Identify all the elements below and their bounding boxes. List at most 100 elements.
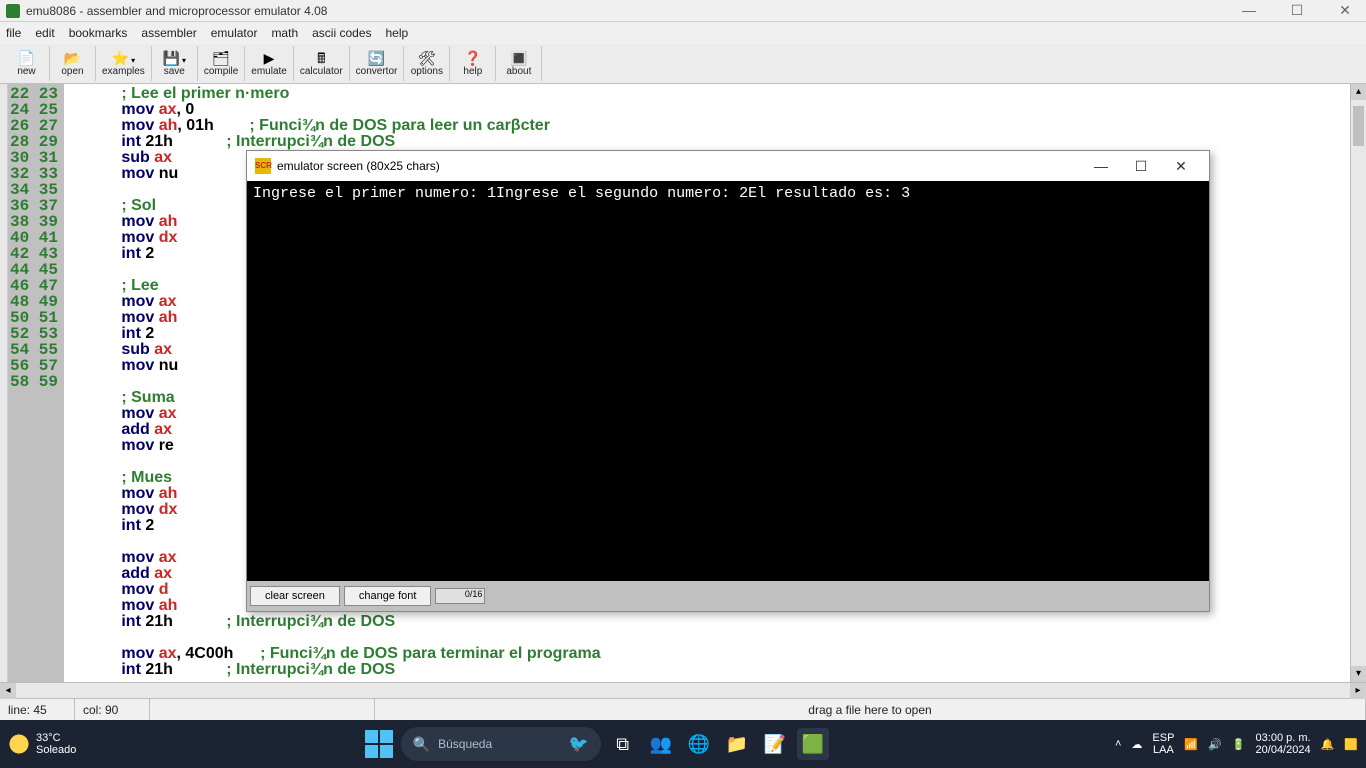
search-icon: 🔍: [413, 736, 430, 753]
vertical-scrollbar[interactable]: ▴ ▾: [1350, 84, 1366, 682]
clear-screen-button[interactable]: clear screen: [250, 586, 340, 606]
code-line: mov ax, 4C00h ; Funci¾n de DOS para term…: [68, 646, 1366, 662]
scroll-right-icon[interactable]: ▸: [1350, 683, 1366, 699]
emulator-slider[interactable]: 0/16: [435, 588, 485, 604]
search-box[interactable]: 🔍 Búsqueda 🐦: [401, 727, 601, 761]
code-line: int 21h ; Interrupci¾n de DOS: [68, 134, 1366, 150]
toolbar-examples[interactable]: ⭐▾examples: [96, 46, 152, 81]
emulate-label: emulate: [251, 66, 287, 77]
help-icon: ❓: [464, 51, 481, 65]
language-indicator[interactable]: ESP LAA: [1152, 732, 1174, 756]
tray-chevron-icon[interactable]: ˄: [1115, 738, 1121, 750]
emulator-toolbar: clear screen change font 0/16: [247, 581, 1209, 611]
toolbar-save[interactable]: 💾▾save: [152, 46, 198, 81]
examples-icon: ⭐▾: [112, 51, 135, 65]
toolbar-help[interactable]: ❓help: [450, 46, 496, 81]
taskbar: 33°C Soleado 🔍 Búsqueda 🐦 ⧉ 👥 🌐 📁 📝 🟩 ˄ …: [0, 720, 1366, 768]
emulator-icon: SCR: [255, 158, 271, 174]
volume-icon[interactable]: 🔊: [1208, 738, 1222, 751]
task-view-icon[interactable]: ⧉: [607, 728, 639, 760]
start-button[interactable]: [363, 728, 395, 760]
examples-label: examples: [102, 66, 145, 77]
new-icon: 📄: [18, 51, 35, 65]
weather-widget[interactable]: 33°C Soleado: [8, 732, 76, 756]
about-icon: 🔳: [510, 51, 527, 65]
chrome-icon[interactable]: 🌐: [683, 728, 715, 760]
toolbar: 📄new📂open⭐▾examples💾▾save🗂compile▶emulat…: [0, 44, 1366, 84]
system-tray: ˄ ☁ ESP LAA 📶 🔊 🔋 03:00 p. m. 20/04/2024…: [1115, 732, 1358, 756]
status-empty: [150, 699, 375, 720]
compile-label: compile: [204, 66, 238, 77]
horizontal-scrollbar[interactable]: ◂ ▸: [0, 682, 1366, 698]
toolbar-new[interactable]: 📄new: [4, 46, 50, 81]
clock[interactable]: 03:00 p. m. 20/04/2024: [1256, 732, 1311, 756]
wifi-icon[interactable]: 📶: [1184, 738, 1198, 751]
menu-emulator[interactable]: emulator: [211, 26, 258, 40]
explorer-icon[interactable]: 📁: [721, 728, 753, 760]
menu-math[interactable]: math: [271, 26, 298, 40]
help-label: help: [463, 66, 482, 77]
menu-edit[interactable]: edit: [35, 26, 54, 40]
toolbar-compile[interactable]: 🗂compile: [198, 46, 245, 81]
line-gutter: 22 23 24 25 26 27 28 29 30 31 32 33 34 3…: [8, 84, 64, 698]
change-font-button[interactable]: change font: [344, 586, 432, 606]
open-icon: 📂: [64, 51, 81, 65]
toolbar-calculator[interactable]: 🖩calculator: [294, 46, 350, 81]
notepad-icon[interactable]: 📝: [759, 728, 791, 760]
calculator-label: calculator: [300, 66, 343, 77]
temperature: 33°C: [36, 732, 76, 744]
calculator-icon: 🖩: [317, 51, 325, 65]
toolbar-emulate[interactable]: ▶emulate: [245, 46, 294, 81]
menubar: file edit bookmarks assembler emulator m…: [0, 22, 1366, 44]
maximize-button[interactable]: ☐: [1282, 2, 1312, 19]
emulator-screen: Ingrese el primer numero: 1Ingrese el se…: [247, 181, 1209, 581]
battery-icon[interactable]: 🔋: [1232, 738, 1246, 751]
menu-help[interactable]: help: [386, 26, 409, 40]
cloud-icon[interactable]: ☁: [1131, 738, 1142, 751]
status-drag[interactable]: drag a file here to open: [375, 699, 1366, 720]
scroll-up-icon[interactable]: ▴: [1351, 84, 1366, 100]
close-button[interactable]: ✕: [1330, 2, 1360, 19]
toolbar-options[interactable]: 🛠options: [404, 46, 450, 81]
scroll-thumb[interactable]: [1353, 106, 1364, 146]
menu-assembler[interactable]: assembler: [141, 26, 196, 40]
code-line: int 21h ; Interrupci¾n de DOS: [68, 662, 1366, 678]
statusbar: line: 45 col: 90 drag a file here to ope…: [0, 698, 1366, 720]
toolbar-about[interactable]: 🔳about: [496, 46, 542, 81]
menu-bookmarks[interactable]: bookmarks: [69, 26, 128, 40]
emulator-titlebar[interactable]: SCR emulator screen (80x25 chars) — ☐ ✕: [247, 151, 1209, 181]
emu8086-taskbar-icon[interactable]: 🟩: [797, 728, 829, 760]
toolbar-open[interactable]: 📂open: [50, 46, 96, 81]
code-line: int 21h ; Interrupci¾n de DOS: [68, 614, 1366, 630]
window-controls: — ☐ ✕: [1234, 2, 1360, 19]
notification-icon[interactable]: 🔔: [1321, 738, 1335, 751]
new-label: new: [17, 66, 35, 77]
options-icon: 🛠: [418, 51, 436, 65]
emu-close-button[interactable]: ✕: [1161, 158, 1201, 175]
save-label: save: [164, 66, 185, 77]
search-placeholder: Búsqueda: [438, 737, 561, 751]
editor-margin: [0, 84, 8, 698]
emu-maximize-button[interactable]: ☐: [1121, 158, 1161, 175]
toolbar-convertor[interactable]: 🔄convertor: [350, 46, 405, 81]
status-col: col: 90: [75, 699, 150, 720]
emulate-icon: ▶: [264, 51, 275, 65]
convertor-icon: 🔄: [368, 51, 385, 65]
menu-ascii[interactable]: ascii codes: [312, 26, 371, 40]
tray-app-icon[interactable]: 🟨: [1344, 738, 1358, 751]
save-icon: 💾▾: [163, 51, 186, 65]
status-line: line: 45: [0, 699, 75, 720]
menu-file[interactable]: file: [6, 26, 21, 40]
minimize-button[interactable]: —: [1234, 2, 1264, 19]
about-label: about: [506, 66, 531, 77]
code-line: ; Lee el primer n·mero: [68, 86, 1366, 102]
open-label: open: [61, 66, 83, 77]
convertor-label: convertor: [356, 66, 398, 77]
emulator-window: SCR emulator screen (80x25 chars) — ☐ ✕ …: [246, 150, 1210, 612]
compile-icon: 🗂: [212, 51, 230, 65]
emu-minimize-button[interactable]: —: [1081, 158, 1121, 175]
code-line: mov ax, 0: [68, 102, 1366, 118]
scroll-left-icon[interactable]: ◂: [0, 683, 16, 699]
scroll-down-icon[interactable]: ▾: [1351, 666, 1366, 682]
teams-icon[interactable]: 👥: [645, 728, 677, 760]
